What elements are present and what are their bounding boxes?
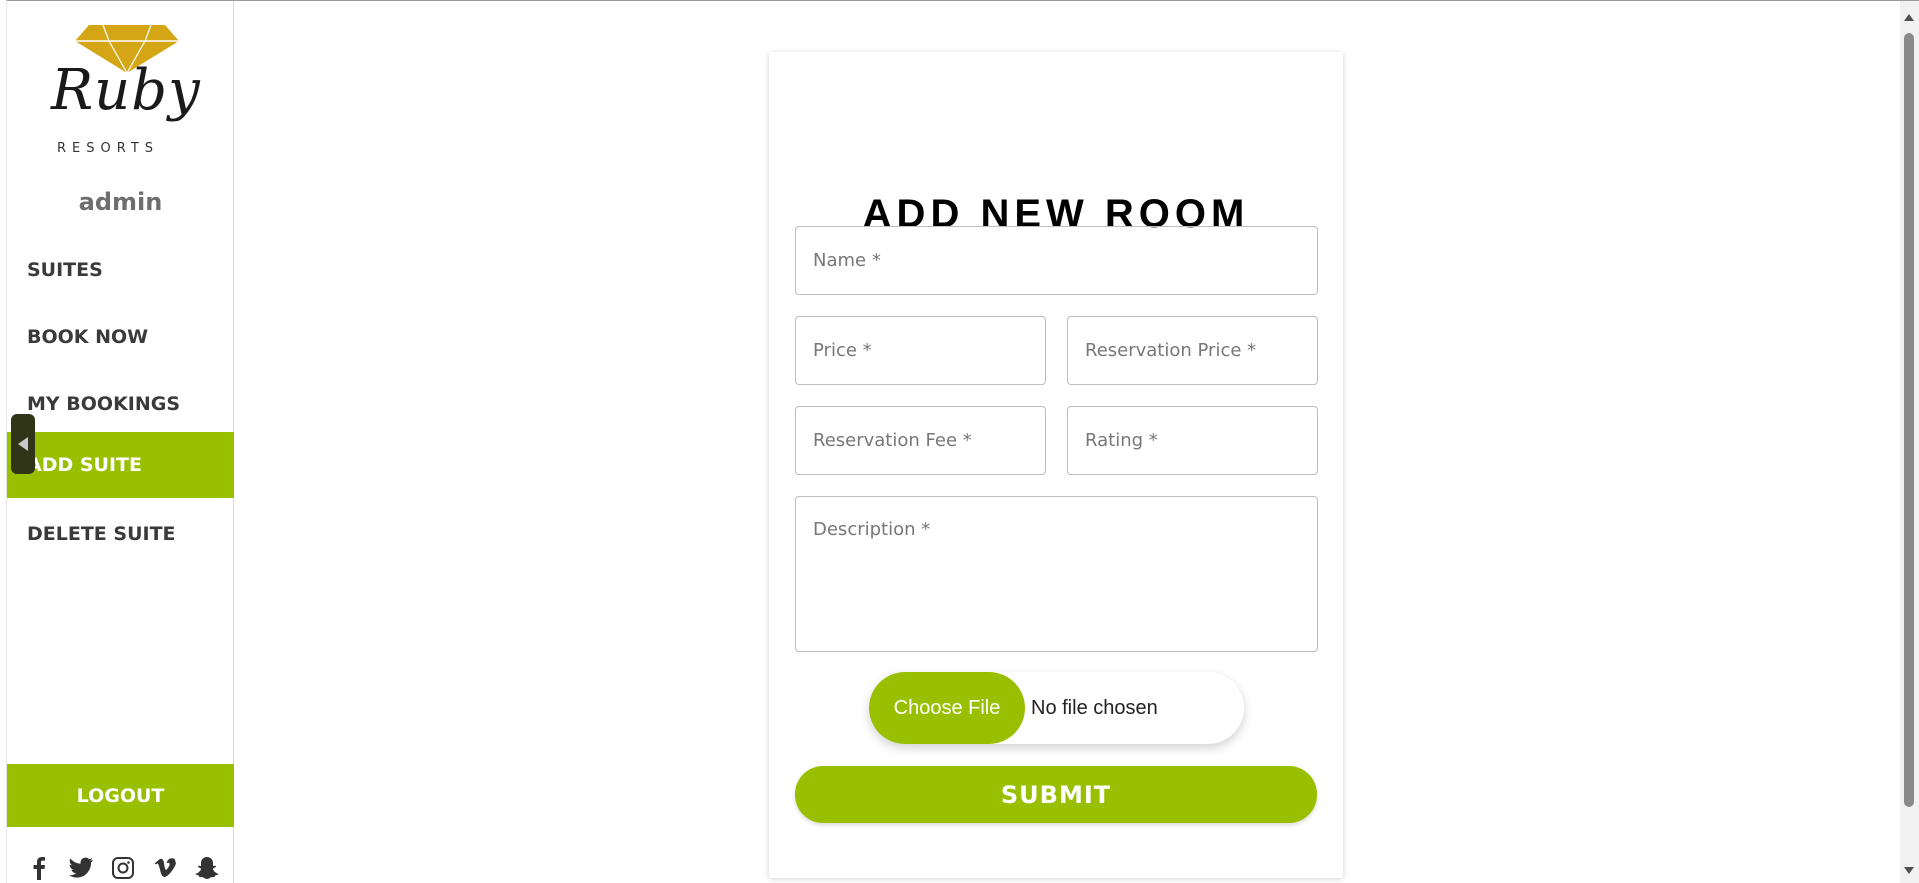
sidebar-collapse-toggle[interactable] [11,414,35,474]
sidebar-item-book-now[interactable]: BOOK NOW [7,304,234,370]
snapchat-icon[interactable] [193,854,221,882]
description-placeholder: Description * [813,519,931,540]
sidebar: Ruby RESORTS admin SUITES BOOK NOW MY BO… [7,1,234,883]
reservation-price-field[interactable]: Reservation Price * [1067,316,1318,385]
price-placeholder: Price * [813,340,872,361]
triangle-left-icon [18,437,28,451]
scrollbar-thumb[interactable] [1904,33,1914,807]
username: admin [78,188,163,216]
reservation-fee-placeholder: Reservation Fee * [813,430,972,451]
price-field[interactable]: Price * [795,316,1046,385]
file-status: No file chosen [1031,696,1158,719]
scroll-up-arrow-icon[interactable] [1904,14,1914,21]
name-field[interactable]: Name * [795,226,1318,295]
sidebar-item-add-suite[interactable]: ADD SUITE [7,432,234,498]
logo-subtitle: RESORTS [57,141,160,156]
reservation-price-placeholder: Reservation Price * [1085,340,1257,361]
sidebar-item-delete-suite[interactable]: DELETE SUITE [7,501,234,567]
logo-wordmark: Ruby [51,58,201,123]
scroll-down-arrow-icon[interactable] [1904,867,1914,874]
add-room-form-card: ADD NEW ROOM Name * Price * Reservation … [769,52,1343,878]
logout-button[interactable]: LOGOUT [7,764,234,827]
twitter-icon[interactable] [67,854,95,882]
window-top-border [0,0,1919,1]
vertical-scrollbar[interactable] [1900,1,1919,883]
submit-button[interactable]: SUBMIT [795,766,1317,823]
instagram-icon[interactable] [109,854,137,882]
name-placeholder: Name * [813,250,881,271]
rating-field[interactable]: Rating * [1067,406,1318,475]
sidebar-item-my-bookings[interactable]: MY BOOKINGS [7,371,234,437]
vimeo-icon[interactable] [151,854,179,882]
reservation-fee-field[interactable]: Reservation Fee * [795,406,1046,475]
rating-placeholder: Rating * [1085,430,1158,451]
file-upload[interactable]: Choose File No file chosen [869,672,1244,744]
choose-file-button[interactable]: Choose File [869,672,1025,744]
sidebar-item-suites[interactable]: SUITES [7,237,234,303]
social-links [25,854,221,882]
facebook-icon[interactable] [25,854,53,882]
window-left-border [0,0,7,883]
description-field[interactable]: Description * [795,496,1318,652]
